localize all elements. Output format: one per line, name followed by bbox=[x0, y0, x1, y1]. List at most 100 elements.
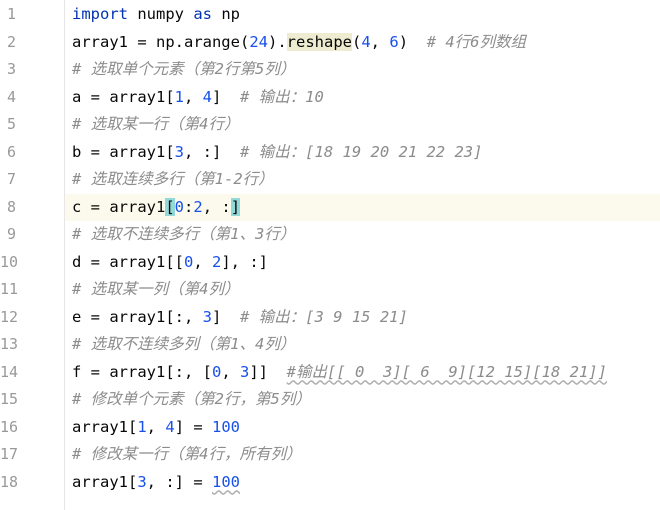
code-editor[interactable]: 1 2 3 4 5 6 7 8 9 10 11 12 13 14 15 16 17 18 import numpy… bbox=[0, 0, 660, 510]
bracket-match-token: [ bbox=[165, 197, 175, 216]
code-token: array1[ bbox=[72, 472, 138, 491]
comment-token: # 修改单个元素（第2行，第5列） bbox=[72, 390, 311, 408]
code-token: a = array1[ bbox=[72, 87, 175, 106]
code-token: , bbox=[146, 417, 166, 436]
line-number[interactable]: 11 bbox=[0, 276, 18, 304]
number-token: 3 bbox=[174, 142, 184, 161]
comment-token: # 选取某一行（第4行） bbox=[72, 115, 240, 133]
code-line[interactable]: e = array1[:, 3] # 输出：[3 9 15 21] bbox=[65, 304, 660, 332]
number-token: 3 bbox=[137, 472, 147, 491]
line-number[interactable]: 14 bbox=[0, 359, 18, 387]
number-token: 2 bbox=[212, 252, 222, 271]
highlighted-token: reshape bbox=[286, 32, 352, 51]
code-token: ], :] bbox=[221, 252, 269, 271]
code-token: ]] bbox=[249, 362, 287, 381]
number-token: 4 bbox=[202, 87, 213, 106]
code-line[interactable]: b = array1[3, :] # 输出：[18 19 20 21 22 23… bbox=[65, 139, 660, 167]
line-number[interactable]: 4 bbox=[0, 84, 16, 112]
line-number[interactable]: 3 bbox=[0, 56, 16, 84]
number-token: 1 bbox=[174, 87, 184, 106]
comment-token: #输出[[ 0 3][ 6 9][12 15][18 21]] bbox=[286, 362, 607, 381]
code-line[interactable]: f = array1[:, [0, 3]] #输出[[ 0 3][ 6 9][1… bbox=[65, 359, 660, 387]
code-token: , bbox=[184, 87, 203, 106]
bracket-match-token: ] bbox=[230, 197, 241, 216]
keyword-token: import bbox=[72, 5, 128, 23]
comment-token: # 输出：10 bbox=[240, 87, 324, 106]
comment-token: # 输出：[18 19 20 21 22 23] bbox=[240, 142, 483, 161]
code-line[interactable]: import numpy as np bbox=[65, 1, 660, 29]
number-token: 100 bbox=[212, 417, 241, 436]
code-line[interactable]: array1 = np.arange(24).reshape(4, 6) # 4… bbox=[65, 29, 660, 57]
code-line[interactable]: # 选取连续多行（第1-2行） bbox=[65, 166, 660, 194]
line-number[interactable]: 6 bbox=[0, 139, 16, 167]
line-number[interactable]: 1 bbox=[0, 1, 16, 29]
code-line[interactable]: array1[1, 4] = 100 bbox=[65, 414, 660, 442]
code-line[interactable]: a = array1[1, 4] # 输出：10 bbox=[65, 84, 660, 112]
line-number[interactable]: 18 bbox=[0, 469, 18, 497]
comment-token: # 选取某一列（第4列） bbox=[72, 280, 240, 298]
comment-token: # 修改某一行（第4行，所有列） bbox=[72, 445, 302, 463]
number-token: 3 bbox=[202, 307, 212, 326]
code-token: ] = bbox=[174, 417, 213, 436]
code-token: , bbox=[221, 362, 240, 381]
comment-token: # 选取单个元素（第2行第5列） bbox=[72, 60, 296, 78]
line-number[interactable]: 10 bbox=[0, 249, 18, 277]
line-number[interactable]: 5 bbox=[0, 111, 16, 139]
code-token: , bbox=[370, 32, 390, 51]
code-token: ) bbox=[398, 32, 427, 51]
code-token: np bbox=[212, 5, 240, 23]
code-token: , :] = bbox=[146, 472, 212, 491]
comment-token: # 输出：[3 9 15 21] bbox=[240, 307, 408, 326]
code-token: d = array1[[ bbox=[72, 252, 184, 271]
code-line[interactable]: # 选取不连续多列（第1、4列） bbox=[65, 331, 660, 359]
line-number[interactable]: 12 bbox=[0, 304, 18, 332]
code-line[interactable]: array1[3, :] = 100 bbox=[65, 469, 660, 497]
code-token: , : bbox=[202, 197, 231, 216]
code-line[interactable]: # 修改单个元素（第2行，第5列） bbox=[65, 386, 660, 414]
number-token: 4 bbox=[165, 417, 175, 436]
code-token: , :] bbox=[184, 142, 240, 161]
code-line[interactable]: # 选取不连续多行（第1、3行） bbox=[65, 221, 660, 249]
code-token: ( bbox=[351, 32, 362, 51]
number-token: 0 bbox=[183, 252, 194, 271]
keyword-token: as bbox=[193, 5, 212, 23]
line-number-gutter[interactable]: 1 2 3 4 5 6 7 8 9 10 11 12 13 14 15 16 17 18 bbox=[0, 0, 64, 510]
number-token: 6 bbox=[389, 32, 399, 51]
code-token: e = array1[:, bbox=[72, 307, 203, 326]
number-token: 4 bbox=[361, 32, 371, 51]
line-number[interactable]: 13 bbox=[0, 331, 18, 359]
line-number[interactable]: 2 bbox=[0, 29, 16, 57]
code-token: ] bbox=[212, 307, 240, 326]
line-number[interactable]: 8 bbox=[0, 194, 16, 222]
code-line[interactable]: # 选取单个元素（第2行第5列） bbox=[65, 56, 660, 84]
number-token: 0 bbox=[211, 362, 222, 381]
comment-token: # 选取连续多行（第1-2行） bbox=[72, 170, 274, 188]
code-line[interactable]: # 修改某一行（第4行，所有列） bbox=[65, 441, 660, 469]
code-line[interactable]: c = array1[0:2, :] bbox=[65, 193, 660, 221]
code-token: numpy bbox=[128, 5, 194, 23]
code-token: b = array1[ bbox=[72, 142, 175, 161]
number-token: 24 bbox=[249, 32, 268, 51]
code-token: c = array1 bbox=[72, 197, 166, 216]
line-number[interactable]: 9 bbox=[0, 221, 16, 249]
code-line[interactable]: # 选取某一列（第4列） bbox=[65, 276, 660, 304]
code-token: , bbox=[193, 252, 212, 271]
line-number[interactable]: 15 bbox=[0, 386, 18, 414]
code-line[interactable]: d = array1[[0, 2], :] bbox=[65, 249, 660, 277]
code-token: array1[ bbox=[72, 417, 138, 436]
line-number[interactable]: 7 bbox=[0, 166, 16, 194]
line-number[interactable]: 16 bbox=[0, 414, 18, 442]
line-number[interactable]: 17 bbox=[0, 441, 18, 469]
number-token: 2 bbox=[193, 197, 203, 216]
comment-token: # 选取不连续多行（第1、3行） bbox=[72, 225, 296, 243]
comment-token: # 4行6列数组 bbox=[426, 32, 527, 51]
code-token: f = array1[:, [ bbox=[72, 362, 212, 381]
comment-token: # 选取不连续多列（第1、4列） bbox=[72, 335, 296, 353]
code-token: ] bbox=[212, 87, 241, 106]
code-token: ). bbox=[267, 32, 287, 51]
number-token: 0 bbox=[174, 197, 185, 216]
code-line[interactable]: # 选取某一行（第4行） bbox=[65, 111, 660, 139]
number-token: 1 bbox=[137, 417, 147, 436]
number-token: 3 bbox=[240, 362, 250, 381]
code-token: array1 = np.arange( bbox=[72, 32, 250, 51]
